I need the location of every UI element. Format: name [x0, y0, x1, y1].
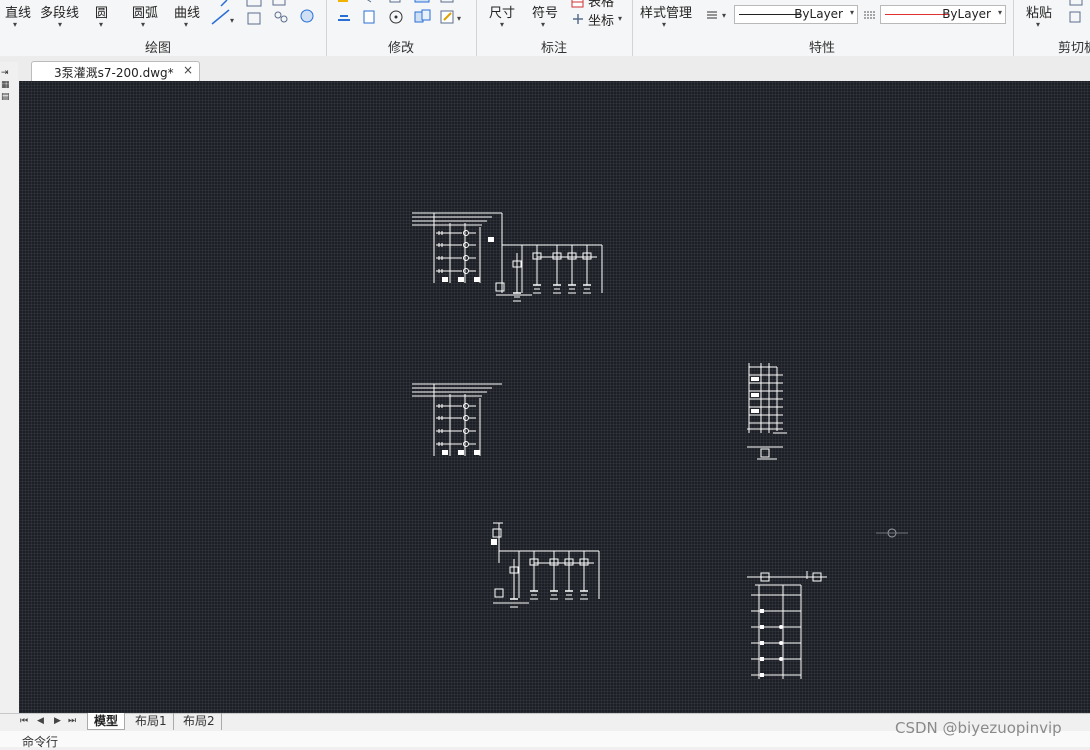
ribbon: 直线 ▾ 多段线 ▾ 圆 ▾ 圆弧 ▾ 曲线 ▾ ▾ 绘图 ▾ 修改 尺寸 ▾ … — [0, 0, 1090, 57]
arc-tool-button[interactable]: 圆弧 — [132, 2, 158, 21]
chevron-down-icon[interactable]: ▾ — [99, 20, 103, 29]
symbol-button[interactable]: 符号 — [532, 2, 558, 21]
tab-layout2[interactable]: 布局2 — [177, 713, 222, 730]
separator — [326, 0, 327, 56]
style-manager-button[interactable]: 样式管理 — [640, 2, 692, 21]
table-icon[interactable] — [571, 0, 585, 9]
tab-layout1[interactable]: 布局1 — [129, 713, 174, 730]
chevron-down-icon[interactable]: ▾ — [500, 20, 504, 29]
ladder-bottom — [491, 522, 600, 608]
svg-text:▾: ▾ — [457, 14, 461, 23]
watermark: CSDN @biyezuopinvip — [895, 719, 1062, 737]
chevron-down-icon[interactable]: ▾ — [618, 14, 622, 23]
coordinate-icon[interactable] — [571, 12, 585, 26]
separator — [1013, 0, 1014, 56]
chevron-down-icon[interactable]: ▾ — [141, 20, 145, 29]
copy-icon[interactable] — [360, 0, 380, 26]
dimension-button[interactable]: 尺寸 — [489, 2, 515, 21]
drawing-svg — [412, 212, 908, 679]
paste-button[interactable]: 粘贴 — [1026, 2, 1052, 21]
svg-text:▾: ▾ — [230, 16, 234, 25]
tab-model[interactable]: 模型 — [87, 713, 126, 730]
close-icon[interactable]: × — [183, 63, 193, 77]
document-tab[interactable]: 3泵灌溉s7-200.dwg* × — [31, 61, 200, 81]
color-combo-value: ByLayer — [942, 7, 991, 21]
next-layout-icon[interactable]: ▶ — [54, 716, 61, 726]
ladder-top — [412, 212, 603, 302]
rotate-icon[interactable] — [387, 0, 407, 26]
clipboard-group-label: 剪切板 — [1058, 41, 1090, 56]
branch-circuit-right — [747, 571, 827, 679]
chevron-down-icon[interactable]: ▾ — [541, 20, 545, 29]
annotate-group-label: 标注 — [541, 41, 568, 56]
properties-group-label: 特性 — [809, 41, 836, 56]
color-preview — [885, 14, 949, 15]
cut-icon[interactable] — [1068, 0, 1088, 24]
offset-icon[interactable]: ▾ — [438, 0, 466, 26]
palette-list-icon[interactable]: ▤ — [1, 92, 10, 102]
chevron-down-icon[interactable]: ▾ — [722, 11, 726, 20]
chevron-down-icon[interactable]: ▾ — [184, 20, 188, 29]
line-tool-button[interactable]: 直线 — [5, 2, 31, 21]
linetype-combo-value: ByLayer — [794, 7, 843, 21]
region-icon[interactable] — [297, 0, 317, 26]
line-small-icon[interactable]: ▾ — [207, 0, 237, 28]
coordinate-button[interactable]: 坐标 — [588, 10, 614, 29]
chevron-down-icon[interactable]: ▾ — [58, 20, 62, 29]
lineweight-icon[interactable] — [705, 10, 721, 22]
chevron-down-icon[interactable]: ▾ — [1036, 20, 1040, 29]
linetype-combo[interactable]: ByLayer ▾ — [734, 5, 858, 24]
color-combo[interactable]: ByLayer ▾ — [880, 5, 1006, 24]
command-line-label: 命令行 — [22, 735, 59, 749]
move-icon[interactable] — [335, 0, 355, 26]
palette-grid-icon[interactable]: ▦ — [1, 80, 10, 90]
chevron-down-icon[interactable]: ▾ — [850, 8, 854, 17]
separator — [476, 0, 477, 56]
table-button[interactable]: 表格 — [588, 0, 614, 10]
hatch-icon[interactable] — [271, 0, 291, 26]
separator — [632, 0, 633, 56]
chevron-down-icon[interactable]: ▾ — [13, 20, 17, 29]
chevron-down-icon[interactable]: ▾ — [662, 20, 666, 29]
drawing-canvas[interactable] — [19, 81, 1090, 713]
ladder-middle — [412, 383, 502, 456]
left-palette-strip: ⇥ ▦ ▤ — [0, 62, 18, 712]
chevron-down-icon[interactable]: ▾ — [998, 8, 1002, 17]
terminal-strip-right — [747, 363, 787, 460]
prev-layout-icon[interactable]: ◀ — [37, 716, 44, 726]
palette-pin-icon[interactable]: ⇥ — [1, 68, 9, 78]
circle-tool-button[interactable]: 圆 — [95, 2, 108, 21]
last-layout-icon[interactable]: ⏭ — [68, 716, 76, 726]
draw-group-label: 绘图 — [145, 41, 172, 56]
mirror-icon[interactable] — [412, 0, 434, 26]
curve-tool-button[interactable]: 曲线 — [174, 2, 200, 21]
modify-group-label: 修改 — [388, 41, 415, 56]
rectangle-icon[interactable] — [245, 0, 265, 26]
crosshair-cursor — [876, 528, 908, 538]
first-layout-icon[interactable]: ⏮ — [20, 716, 28, 726]
color-swatch-icon[interactable] — [863, 10, 877, 22]
document-tab-title: 3泵灌溉s7-200.dwg* — [54, 66, 174, 80]
polyline-tool-button[interactable]: 多段线 — [40, 2, 79, 21]
linetype-preview — [739, 14, 801, 15]
